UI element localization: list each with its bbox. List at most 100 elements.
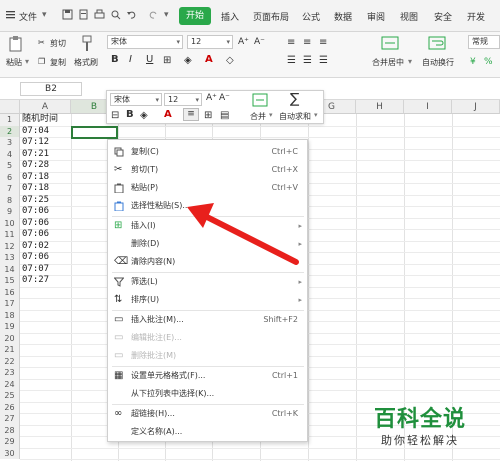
fill-color-icon[interactable]: ◈ [184, 55, 192, 66]
tab-view[interactable]: 视图 [400, 10, 418, 23]
row-header[interactable]: 14 [0, 263, 20, 275]
menu-icon[interactable] [5, 9, 16, 20]
row-header[interactable]: 26 [0, 401, 20, 413]
paste-icon[interactable] [8, 35, 24, 53]
row-header[interactable]: 29 [0, 436, 20, 448]
tab-data[interactable]: 数据 [334, 10, 352, 23]
cell-a[interactable]: 07:06 [22, 218, 49, 230]
menu-item-clear-contents[interactable]: ⌫ 清除内容(N) [108, 253, 308, 271]
row-header[interactable]: 24 [0, 378, 20, 390]
mini-fill-icon[interactable]: ▤ [220, 110, 229, 121]
tab-home[interactable]: 开始 [179, 7, 211, 25]
tab-insert[interactable]: 插入 [221, 10, 239, 23]
menu-item-format-cells[interactable]: ▦ 设置单元格格式(F)... Ctrl+1 [108, 367, 308, 385]
cell-a[interactable]: 07:28 [22, 160, 49, 172]
row-header[interactable]: 20 [0, 332, 20, 344]
menu-item-insert-comment[interactable]: ▭ 插入批注(M)... Shift+F2 [108, 311, 308, 329]
menu-item-define-name[interactable]: 定义名称(A)... [108, 423, 308, 441]
align-left-icon[interactable]: ☰ [287, 55, 296, 66]
print-preview-icon[interactable] [110, 9, 121, 20]
menu-item-insert[interactable]: ⊞ 插入(I) ▸ [108, 217, 308, 235]
export-pdf-icon[interactable] [78, 9, 89, 20]
row-header[interactable]: 30 [0, 447, 20, 459]
name-box[interactable]: B2 [20, 82, 82, 96]
cell-a[interactable]: 07:04 [22, 126, 49, 138]
row-header[interactable]: 21 [0, 344, 20, 356]
mini-border-icon[interactable]: ⊞ [204, 110, 212, 121]
cell-a[interactable]: 07:21 [22, 149, 49, 161]
row-header[interactable]: 2 [0, 125, 20, 137]
merge-center-icon[interactable] [381, 35, 399, 51]
menu-item-sort[interactable]: ⇅ 排序(U) ▸ [108, 291, 308, 309]
column-header-h[interactable]: H [356, 100, 404, 114]
menu-item-hyperlink[interactable]: ∞ 超链接(H)... Ctrl+K [108, 405, 308, 423]
align-top-icon[interactable]: ≡ [287, 37, 295, 48]
column-header-j[interactable]: J [452, 100, 500, 114]
paste-dropdown-icon[interactable]: ▾ [25, 57, 29, 66]
cell-a[interactable]: 07:18 [22, 183, 49, 195]
align-middle-icon[interactable]: ≡ [303, 37, 311, 48]
merge-dropdown-icon[interactable]: ▾ [408, 57, 412, 66]
menu-item-paste[interactable]: 粘贴(P) Ctrl+V [108, 179, 308, 197]
cell-a[interactable]: 07:06 [22, 252, 49, 264]
tab-security[interactable]: 安全 [434, 10, 452, 23]
row-header[interactable]: 22 [0, 355, 20, 367]
row-header[interactable]: 13 [0, 252, 20, 264]
row-header[interactable]: 7 [0, 183, 20, 195]
mini-font-name-select[interactable]: 宋体 ▾ [110, 93, 162, 106]
file-menu-arrow-icon[interactable]: ▾ [42, 10, 47, 20]
align-center-icon[interactable]: ☰ [303, 55, 312, 66]
cell-a[interactable]: 07:06 [22, 229, 49, 241]
menu-item-filter[interactable]: 筛选(L) ▸ [108, 273, 308, 291]
cell-a[interactable]: 07:02 [22, 241, 49, 253]
decrease-font-icon[interactable]: A⁻ [254, 37, 265, 47]
wrap-text-button[interactable]: 自动换行 [422, 57, 454, 68]
italic-button[interactable]: I [129, 54, 132, 65]
increase-font-icon[interactable]: A⁺ [238, 37, 249, 47]
row-header[interactable]: 5 [0, 160, 20, 172]
merge-center-button[interactable]: 合并居中 [372, 57, 404, 68]
row-header[interactable]: 11 [0, 229, 20, 241]
mini-merge-icon[interactable] [252, 93, 268, 107]
menu-item-delete[interactable]: 删除(D) ▸ [108, 235, 308, 253]
menu-item-pick-from-list[interactable]: 从下拉列表中选择(K)... [108, 385, 308, 403]
mini-merge-button[interactable]: 合并 [250, 111, 266, 122]
font-color-icon[interactable]: A [205, 54, 213, 65]
mini-increase-font-icon[interactable]: A⁺ [206, 93, 217, 103]
cell-a[interactable]: 随机时间 [22, 114, 58, 126]
tab-review[interactable]: 审阅 [367, 10, 385, 23]
copy-button[interactable]: 复制 [50, 57, 66, 68]
cut-button[interactable]: 剪切 [50, 38, 66, 49]
redo-icon[interactable] [148, 9, 159, 20]
align-bottom-icon[interactable]: ≡ [319, 37, 327, 48]
mini-autosum-dropdown-icon[interactable]: ▾ [314, 111, 318, 119]
clear-format-icon[interactable]: ◇ [226, 55, 234, 66]
cell-a[interactable]: 07:07 [22, 264, 49, 276]
row-header[interactable]: 8 [0, 194, 20, 206]
row-header[interactable]: 23 [0, 367, 20, 379]
print-icon[interactable] [94, 9, 105, 20]
mini-decrease-font-icon[interactable]: A⁻ [219, 93, 230, 103]
row-header[interactable]: 17 [0, 298, 20, 310]
bold-button[interactable]: B [111, 54, 119, 65]
undo-icon[interactable] [126, 9, 137, 20]
save-icon[interactable] [62, 9, 73, 20]
row-header[interactable]: 1 [0, 114, 20, 126]
wrap-text-icon[interactable] [428, 35, 446, 51]
tab-developer[interactable]: 开发 [467, 10, 485, 23]
format-painter-icon[interactable] [80, 35, 94, 53]
mini-bold-button[interactable]: B [126, 109, 134, 120]
cell-a[interactable]: 07:27 [22, 275, 49, 287]
file-menu[interactable]: 文件 [19, 10, 37, 23]
tab-formulas[interactable]: 公式 [302, 10, 320, 23]
row-header[interactable]: 16 [0, 286, 20, 298]
row-header[interactable]: 28 [0, 424, 20, 436]
row-header[interactable]: 4 [0, 148, 20, 160]
cell-a[interactable]: 07:25 [22, 195, 49, 207]
row-header[interactable]: 9 [0, 206, 20, 218]
row-header[interactable]: 25 [0, 390, 20, 402]
menu-item-cut[interactable]: ✂ 剪切(T) Ctrl+X [108, 161, 308, 179]
mini-align-center-icon[interactable]: ≡ [183, 108, 199, 121]
cell-a[interactable]: 07:18 [22, 172, 49, 184]
row-header[interactable]: 12 [0, 240, 20, 252]
